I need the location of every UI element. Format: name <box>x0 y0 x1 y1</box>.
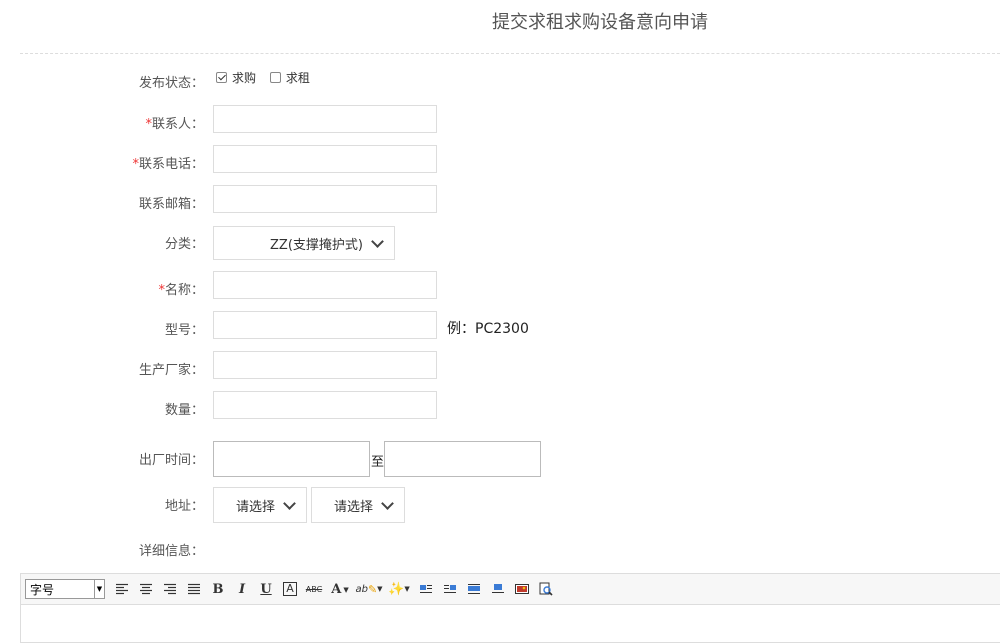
model-hint: 例：PC2300 <box>447 321 529 337</box>
model-label: 型号： <box>164 323 204 338</box>
wand-glyph: ✨ <box>388 581 405 597</box>
address-label: 地址： <box>164 499 204 514</box>
strikethrough-icon[interactable]: ABC <box>303 578 325 600</box>
pen-icon: ✎ <box>367 582 378 596</box>
italic-icon[interactable]: I <box>231 578 253 600</box>
quantity-input[interactable] <box>213 391 437 419</box>
name-input[interactable] <box>213 271 437 299</box>
underline-icon[interactable]: U <box>255 578 277 600</box>
contact-label: *联系人： <box>24 113 204 132</box>
page-title: 提交求租求购设备意向申请 <box>492 12 708 33</box>
image-right-icon[interactable] <box>439 578 461 600</box>
city-select[interactable]: 请选择 <box>311 487 405 523</box>
bold-icon[interactable]: B <box>207 578 229 600</box>
contact-input[interactable] <box>213 105 437 133</box>
image-center-icon[interactable] <box>487 578 509 600</box>
caret-down-icon: ▼ <box>343 584 349 594</box>
phone-label: *联系电话： <box>24 153 204 172</box>
manufacturer-input[interactable] <box>213 351 437 379</box>
caret-down-icon: ▼ <box>377 585 383 593</box>
email-input[interactable] <box>213 185 437 213</box>
align-center-icon[interactable] <box>135 578 157 600</box>
factory-time-label: 出厂时间： <box>138 453 204 468</box>
checkbox-rent-label[interactable]: 求租 <box>286 71 310 85</box>
name-label: *名称： <box>24 279 204 298</box>
image-left-icon[interactable] <box>415 578 437 600</box>
name-label-text: 名称： <box>164 283 204 298</box>
divider <box>20 53 1000 54</box>
category-label: 分类： <box>164 237 204 252</box>
font-color-glyph: A <box>331 581 342 597</box>
status-label: 发布状态： <box>138 76 204 91</box>
email-label: 联系邮箱： <box>138 197 204 212</box>
highlight-glyph: ab <box>355 583 368 595</box>
phone-input[interactable] <box>213 145 437 173</box>
checkbox-rent[interactable] <box>269 72 281 83</box>
factory-time-end-input[interactable] <box>384 441 541 477</box>
city-selected: 请选择 <box>333 499 373 515</box>
font-size-label: 字号 <box>30 582 55 597</box>
manufacturer-label: 生产厂家： <box>138 363 204 378</box>
preview-icon[interactable] <box>535 578 557 600</box>
chevron-down-icon <box>371 234 384 248</box>
font-border-glyph: A <box>283 582 297 596</box>
factory-time-separator: 至 <box>371 455 385 470</box>
model-input[interactable] <box>213 311 437 339</box>
font-border-icon[interactable]: A <box>279 578 301 600</box>
province-selected: 请选择 <box>235 499 275 515</box>
factory-time-start-input[interactable] <box>213 441 370 477</box>
contact-label-text: 联系人： <box>151 117 204 132</box>
chevron-down-icon <box>283 496 296 510</box>
image-float-icon[interactable] <box>463 578 485 600</box>
rich-text-editor: 字号 ▼ B I U A ABC A ▼ ab ✎ ▼ ✨ ▼ <box>20 573 1000 643</box>
category-selected: ZZ(支撑掩护式) <box>270 237 363 253</box>
phone-label-text: 联系电话： <box>138 157 204 172</box>
checkbox-buy[interactable] <box>216 72 227 83</box>
province-select[interactable]: 请选择 <box>213 487 307 523</box>
checkbox-buy-label[interactable]: 求购 <box>232 71 256 85</box>
category-select[interactable]: ZZ(支撑掩护式) <box>213 226 395 260</box>
editor-toolbar: 字号 ▼ B I U A ABC A ▼ ab ✎ ▼ ✨ ▼ <box>21 574 1000 605</box>
chevron-down-icon <box>381 496 394 510</box>
quantity-label: 数量： <box>164 403 204 418</box>
caret-down-icon: ▼ <box>94 580 104 598</box>
font-color-icon[interactable]: A ▼ <box>327 578 353 600</box>
align-right-icon[interactable] <box>159 578 181 600</box>
caret-down-icon: ▼ <box>404 585 410 593</box>
font-size-select[interactable]: 字号 ▼ <box>25 579 105 599</box>
insert-image-icon[interactable] <box>511 578 533 600</box>
magic-wand-icon[interactable]: ✨ ▼ <box>385 578 413 600</box>
highlight-icon[interactable]: ab ✎ ▼ <box>355 578 383 600</box>
status-options: 求购 求租 <box>216 69 320 86</box>
details-label: 详细信息： <box>138 544 204 559</box>
justify-icon[interactable] <box>183 578 205 600</box>
align-left-icon[interactable] <box>111 578 133 600</box>
